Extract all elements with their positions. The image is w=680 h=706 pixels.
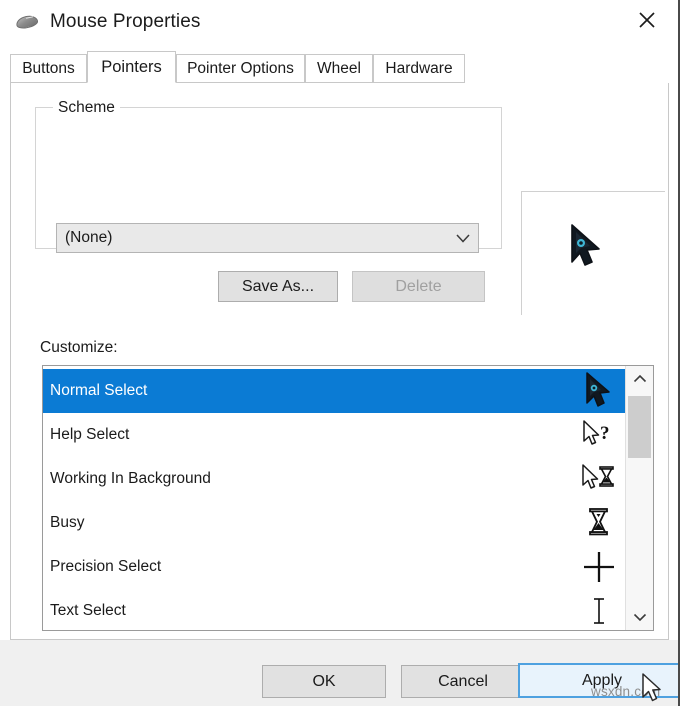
list-item-label: Working In Background (50, 470, 211, 487)
scrollbar-thumb[interactable] (628, 396, 651, 458)
apply-button[interactable]: Apply (518, 663, 678, 698)
list-item-label: Precision Select (50, 558, 162, 575)
tab-wheel[interactable]: Wheel (305, 54, 373, 83)
crosshair-icon (573, 550, 625, 584)
list-scrollbar[interactable] (625, 366, 653, 630)
svg-text:?: ? (600, 423, 610, 444)
list-item-label: Text Select (50, 602, 126, 619)
chevron-up-icon[interactable] (626, 366, 653, 392)
custom-arrow-pointer-icon (566, 222, 610, 275)
arrow-hourglass-icon (573, 463, 625, 495)
tab-strip: Buttons Pointers Pointer Options Wheel H… (10, 51, 669, 84)
list-item-label: Normal Select (50, 382, 148, 399)
chevron-down-icon (448, 233, 478, 244)
tab-pointers[interactable]: Pointers (87, 51, 176, 83)
pointers-tab-page: Scheme (None) Save As... Delete Customiz… (10, 83, 669, 676)
pointer-customize-listbox[interactable]: Normal Select Help Select ? Working In B… (42, 365, 654, 631)
tab-pointer-options[interactable]: Pointer Options (176, 54, 305, 83)
chevron-down-icon[interactable] (626, 604, 653, 630)
list-item[interactable]: Busy (43, 501, 625, 545)
list-item-label: Help Select (50, 426, 130, 443)
mouse-icon (14, 13, 40, 31)
window-title: Mouse Properties (50, 10, 201, 32)
delete-button: Delete (352, 271, 485, 302)
scheme-group-label: Scheme (53, 99, 120, 117)
scheme-dropdown-value: (None) (65, 229, 113, 246)
arrow-pointer-icon (573, 371, 625, 411)
pointer-preview-pane (521, 191, 665, 315)
scrollbar-track[interactable] (626, 392, 653, 604)
customize-label: Customize: (40, 339, 118, 356)
hourglass-icon (573, 506, 625, 540)
tab-buttons[interactable]: Buttons (10, 54, 87, 83)
scheme-dropdown[interactable]: (None) (56, 223, 479, 253)
ibeam-icon (573, 595, 625, 627)
list-item[interactable]: Help Select ? (43, 413, 625, 457)
title-bar: Mouse Properties (0, 0, 678, 43)
list-item[interactable]: Precision Select (43, 545, 625, 589)
list-item[interactable]: Text Select (43, 589, 625, 630)
mouse-properties-window: Mouse Properties Buttons Pointers Pointe… (0, 0, 680, 706)
list-item-label: Busy (50, 514, 85, 531)
arrow-question-icon: ? (573, 419, 625, 451)
ok-button[interactable]: OK (262, 665, 386, 698)
close-icon[interactable] (624, 0, 670, 40)
save-as-button[interactable]: Save As... (218, 271, 338, 302)
list-item[interactable]: Working In Background (43, 457, 625, 501)
list-item[interactable]: Normal Select (43, 369, 625, 413)
cancel-button[interactable]: Cancel (401, 665, 525, 698)
pointer-list: Normal Select Help Select ? Working In B… (43, 366, 625, 630)
tab-hardware[interactable]: Hardware (373, 54, 465, 83)
